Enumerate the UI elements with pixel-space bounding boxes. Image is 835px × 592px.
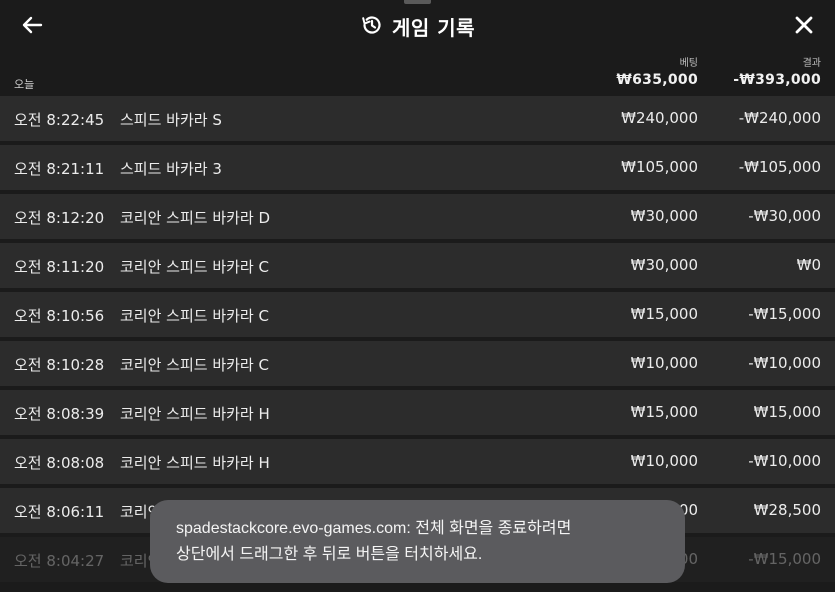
row-result: -₩105,000: [738, 158, 821, 176]
row-bet: ₩30,000: [630, 207, 698, 225]
row-game: 코리안 스피드 바카라 C: [120, 356, 269, 374]
result-column-header: 결과: [802, 58, 821, 69]
row-result: -₩15,000: [748, 550, 821, 568]
toast-line-2: 상단에서 드래그한 후 뒤로 버튼을 터치하세요.: [176, 546, 483, 563]
history-row[interactable]: 오전 8:10:28 코리안 스피드 바카라 C ₩10,000 -₩10,00…: [0, 341, 835, 386]
row-game: 스피드 바카라 3: [120, 160, 222, 178]
row-time: 오전 8:04:27: [14, 552, 105, 570]
history-icon: [360, 13, 384, 41]
toast-line-1: spadestackcore.evo-games.com: 전체 화면을 종료하…: [176, 520, 572, 537]
row-bet: ₩10,000: [630, 354, 698, 372]
history-row[interactable]: 오전 8:11:20 코리안 스피드 바카라 C ₩30,000 ₩0: [0, 243, 835, 288]
row-bet: ₩10,000: [630, 452, 698, 470]
summary-bar: 오늘 베팅 결과 ₩635,000 -₩393,000: [0, 50, 835, 96]
history-row[interactable]: 오전 8:21:11 스피드 바카라 3 ₩105,000 -₩105,000: [0, 145, 835, 190]
row-bet: ₩240,000: [621, 109, 698, 127]
row-bet: ₩30,000: [630, 256, 698, 274]
row-game: 스피드 바카라 S: [120, 111, 222, 129]
history-row[interactable]: 오전 8:12:20 코리안 스피드 바카라 D ₩30,000 -₩30,00…: [0, 194, 835, 239]
fullscreen-exit-toast: spadestackcore.evo-games.com: 전체 화면을 종료하…: [150, 500, 685, 583]
section-label-today: 오늘: [14, 78, 35, 91]
result-total: -₩393,000: [733, 72, 821, 88]
history-row[interactable]: 오전 8:08:39 코리안 스피드 바카라 H ₩15,000 ₩15,000: [0, 390, 835, 435]
close-icon: [794, 15, 814, 39]
header: 게임 기록: [0, 0, 835, 54]
row-result: -₩15,000: [748, 305, 821, 323]
row-time: 오전 8:10:56: [14, 307, 105, 325]
title-group: 게임 기록: [0, 12, 835, 41]
history-row[interactable]: 오전 8:22:45 스피드 바카라 S ₩240,000 -₩240,000: [0, 96, 835, 141]
row-result: -₩30,000: [748, 207, 821, 225]
page-title: 게임 기록: [391, 16, 476, 40]
row-result: -₩10,000: [748, 452, 821, 470]
close-button[interactable]: [787, 9, 821, 45]
row-time: 오전 8:08:39: [14, 405, 105, 423]
row-time: 오전 8:08:08: [14, 454, 105, 472]
row-bet: ₩15,000: [630, 305, 698, 323]
bet-total: ₩635,000: [616, 72, 698, 88]
row-bet: ₩15,000: [630, 403, 698, 421]
row-game: 코리안 스피드 바카라 C: [120, 258, 269, 276]
row-game: 코리안 스피드 바카라 C: [120, 307, 269, 325]
row-result: ₩15,000: [753, 403, 821, 421]
game-history-screen: 게임 기록 오늘 베팅 결과 ₩635,000 -₩393,000 오전 8:2…: [0, 0, 835, 592]
row-time: 오전 8:12:20: [14, 209, 105, 227]
row-result: ₩28,500: [753, 501, 821, 519]
bet-column-header: 베팅: [679, 58, 698, 69]
row-time: 오전 8:11:20: [14, 258, 105, 276]
row-bet: ₩105,000: [621, 158, 698, 176]
row-result: -₩240,000: [738, 109, 821, 127]
row-time: 오전 8:10:28: [14, 356, 105, 374]
row-time: 오전 8:06:11: [14, 503, 105, 521]
row-result: ₩0: [796, 256, 821, 274]
row-game: 코리안 스피드 바카라 H: [120, 405, 270, 423]
row-game: 코리안 스피드 바카라 D: [120, 209, 271, 227]
row-result: -₩10,000: [748, 354, 821, 372]
history-row[interactable]: 오전 8:10:56 코리안 스피드 바카라 C ₩15,000 -₩15,00…: [0, 292, 835, 337]
row-game: 코리안 스피드 바카라 H: [120, 454, 270, 472]
row-time: 오전 8:21:11: [14, 160, 105, 178]
history-row[interactable]: 오전 8:08:08 코리안 스피드 바카라 H ₩10,000 -₩10,00…: [0, 439, 835, 484]
row-time: 오전 8:22:45: [14, 111, 105, 129]
